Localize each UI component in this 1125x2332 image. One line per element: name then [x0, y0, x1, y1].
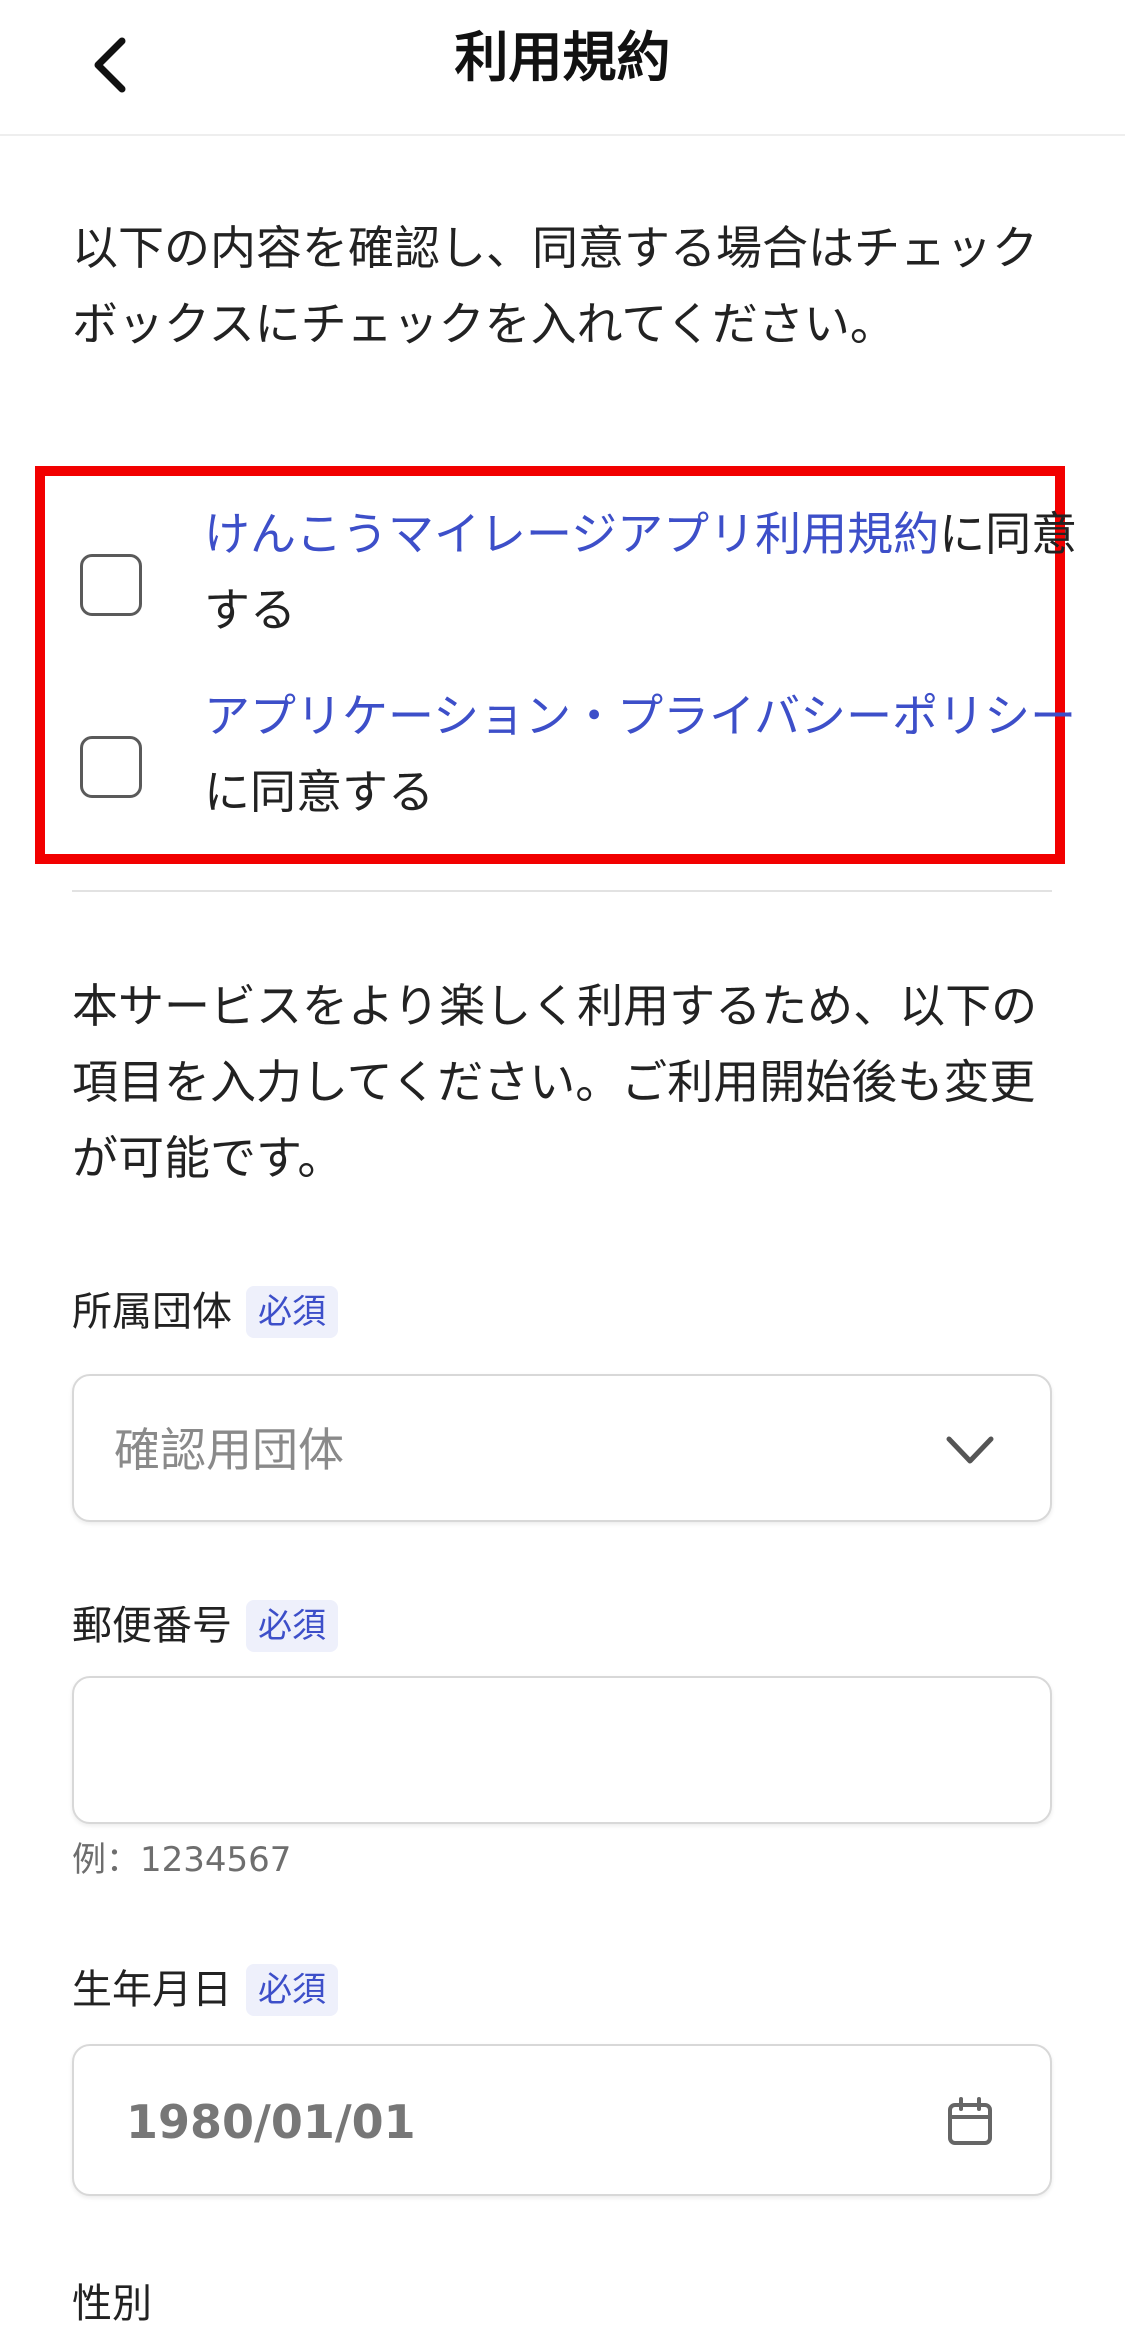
organization-select[interactable]: 確認用団体 [72, 1374, 1052, 1522]
calendar-icon[interactable] [940, 2092, 1000, 2152]
agreement-terms[interactable]: けんこうマイレージアプリ利用規約に同意する [80, 496, 1077, 656]
required-badge: 必須 [246, 1964, 338, 2016]
privacy-policy-link[interactable]: アプリケーション・プライバシーポリシー [204, 689, 1076, 743]
gender-label-row: 性別 [72, 2276, 152, 2332]
postal-code-input[interactable] [72, 1676, 1052, 1824]
postal-code-label-row: 郵便番号 必須 [72, 1598, 338, 1654]
consent-instructions: 以下の内容を確認し、同意する場合はチェックボックスにチェックを入れてください。 [72, 221, 1038, 351]
agreement-privacy[interactable]: アプリケーション・プライバシーポリシーに同意する [80, 689, 1076, 856]
birth-date-input[interactable]: 1980/01/01 [72, 2044, 1052, 2196]
required-badge: 必須 [246, 1286, 338, 1338]
app-header: 利用規約 [0, 0, 1125, 136]
privacy-checkbox[interactable] [80, 736, 142, 798]
privacy-agree-suffix: に同意する [204, 765, 434, 819]
privacy-agreement-label: アプリケーション・プライバシーポリシーに同意する [204, 678, 1109, 830]
organization-label: 所属団体 [72, 1289, 232, 1335]
organization-value: 確認用団体 [114, 1423, 344, 1477]
gender-label: 性別 [72, 2281, 152, 2327]
divider [72, 890, 1052, 892]
agreement-section: けんこうマイレージアプリ利用規約に同意する アプリケーション・プライバシーポリシ… [35, 466, 1077, 864]
birth-date-value: 1980/01/01 [126, 2095, 416, 2149]
postal-code-label: 郵便番号 [72, 1603, 232, 1649]
terms-checkbox[interactable] [80, 554, 142, 616]
birth-date-label: 生年月日 [72, 1967, 232, 2013]
required-badge: 必須 [246, 1600, 338, 1652]
profile-instructions: 本サービスをより楽しく利用するため、以下の項目を入力してください。ご利用開始後も… [72, 979, 1038, 1185]
postal-code-hint: 例：1234567 [72, 1840, 292, 1880]
organization-label-row: 所属団体 必須 [72, 1284, 338, 1340]
terms-link[interactable]: けんこうマイレージアプリ利用規約 [204, 507, 939, 561]
page-title: 利用規約 [454, 26, 671, 89]
terms-agreement-label: けんこうマイレージアプリ利用規約に同意する [204, 496, 1109, 648]
chevron-down-icon [940, 1420, 1000, 1480]
birth-date-label-row: 生年月日 必須 [72, 1962, 338, 2018]
